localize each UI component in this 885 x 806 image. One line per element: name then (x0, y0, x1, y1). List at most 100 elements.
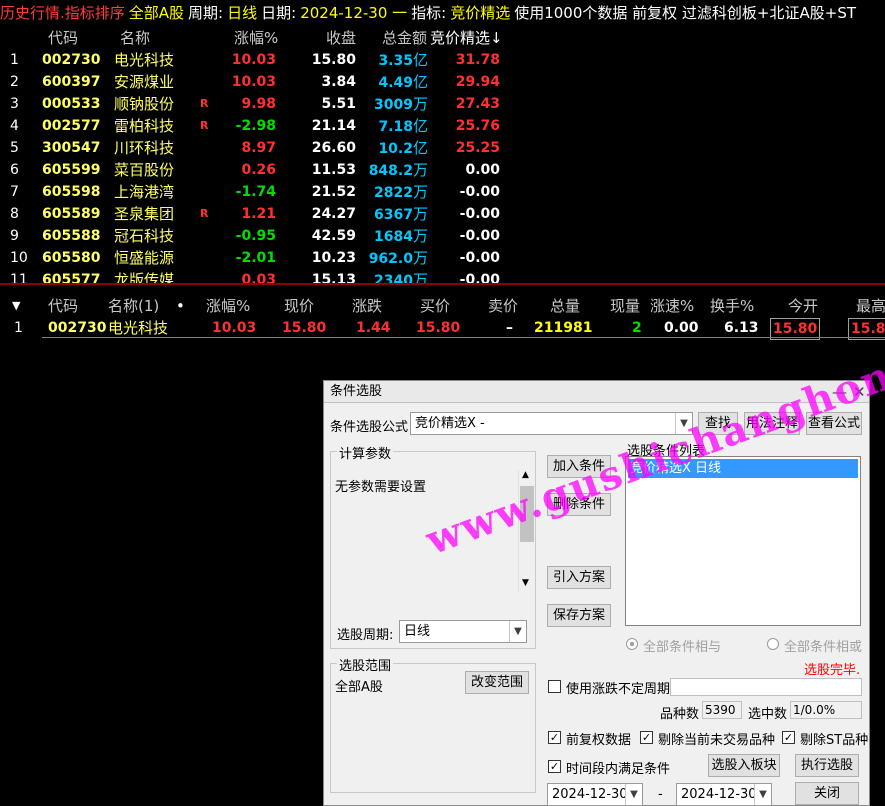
range-group: 选股范围 全部A股 改变范围 (330, 655, 536, 793)
table-row[interactable]: 8 605589 圣泉集团 R 1.21 24.27 6367万 -0.00 (0, 203, 885, 225)
period-checkbox[interactable] (548, 680, 561, 693)
row-index: 6 (10, 162, 19, 178)
col-code[interactable]: 代码 (48, 27, 78, 49)
pane-divider[interactable] (0, 283, 885, 287)
row-code: 605589 (42, 206, 101, 222)
usage-button[interactable]: 用法注释 (744, 412, 800, 435)
quote-col-speed[interactable]: 涨速% (650, 296, 694, 316)
import-plan-button[interactable]: 引入方案 (547, 566, 611, 589)
period-input[interactable] (670, 678, 862, 696)
quote-col-open[interactable]: 今开 (788, 296, 818, 316)
row-amount: 7.18亿 (362, 115, 428, 137)
quote-col-cur-volume[interactable]: 现量 (610, 296, 640, 316)
collapse-icon[interactable]: ▼ (12, 296, 20, 316)
chevron-down-icon[interactable]: ▼ (509, 621, 526, 642)
col-score[interactable]: 竞价精选↓ (430, 27, 503, 49)
col-change[interactable]: 涨幅% (234, 27, 278, 49)
params-scrollbar[interactable]: ▲ ▼ (518, 470, 535, 592)
indicator-value[interactable]: 竞价精选 (450, 4, 510, 22)
period-value[interactable]: 日线 (227, 4, 257, 22)
fq-checkbox-label: 前复权数据 (566, 733, 632, 748)
to-block-button[interactable]: 选股入板块 (708, 754, 780, 777)
close-icon[interactable]: ✕ (853, 381, 866, 403)
table-row[interactable]: 11 605577 龙版传媒 0.03 15.13 2340万 -0.00 (0, 269, 885, 283)
find-button[interactable]: 查找 (698, 412, 738, 435)
radio-and[interactable] (626, 638, 638, 650)
row-index: 4 (10, 118, 19, 134)
close-button[interactable]: 关闭 (795, 782, 859, 805)
formula-select[interactable]: 竞价精选X - ▼ (410, 412, 693, 435)
date-from-picker[interactable]: 2024-12-30 ▼ (547, 783, 643, 806)
row-change: 10.03 (231, 52, 276, 68)
quote-col-price[interactable]: 现价 (284, 296, 314, 316)
quote-cur-volume: 2 (632, 320, 642, 336)
table-header: 代码 名称 涨幅% 收盘 总金额 竞价精选↓ (0, 27, 885, 49)
range-value: 全部A股 (335, 680, 383, 695)
scope-label[interactable]: 全部A股 (129, 4, 184, 22)
range-group-title: 选股范围 (337, 655, 394, 674)
row-amount-unit: 万 (412, 161, 428, 179)
period-value: 日线 (404, 624, 431, 639)
quote-col-change[interactable]: 涨幅% (206, 296, 250, 316)
options-text: 使用1000个数据 前复权 过滤科创板+北证A股+ST (514, 4, 857, 22)
chevron-down-icon[interactable]: ▼ (754, 784, 771, 805)
col-amount[interactable]: 总金额 (382, 27, 427, 49)
quote-col-turnover[interactable]: 换手% (710, 296, 754, 316)
view-formula-button[interactable]: 查看公式 (806, 412, 862, 435)
list-item[interactable]: 竞价精选X 日线 (628, 459, 858, 478)
params-group-title: 计算参数 (337, 443, 394, 462)
condition-list[interactable]: 竞价精选X 日线 (625, 456, 861, 626)
table-row[interactable]: 3 000533 顺钠股份 R 9.98 5.51 3009万 27.43 (0, 93, 885, 115)
table-row[interactable]: 7 605598 上海港湾 -1.74 21.52 2822万 -0.00 (0, 181, 885, 203)
col-name[interactable]: 名称 (120, 27, 150, 49)
scroll-thumb[interactable] (520, 486, 534, 542)
quote-col-name[interactable]: 名称(1) (108, 296, 159, 316)
quote-row[interactable]: 1 002730 电光科技 10.03 15.80 1.44 15.80 – 2… (0, 318, 885, 340)
untraded-checkbox[interactable]: ✓ (640, 731, 653, 744)
row-amount: 2822万 (362, 181, 428, 203)
chevron-down-icon[interactable]: ▼ (625, 784, 642, 805)
st-checkbox[interactable]: ✓ (782, 731, 795, 744)
row-index: 11 (10, 272, 28, 283)
quote-col-ask[interactable]: 卖价 (488, 296, 518, 316)
date-value[interactable]: 2024-12-30 一 (300, 4, 407, 22)
row-code: 605588 (42, 228, 101, 244)
scroll-down-icon[interactable]: ▼ (522, 578, 529, 588)
date-to-picker[interactable]: 2024-12-30 ▼ (676, 783, 772, 806)
table-row[interactable]: 6 605599 菜百股份 0.26 11.53 848.2万 0.00 (0, 159, 885, 181)
quote-col-code[interactable]: 代码 (48, 296, 78, 316)
table-row[interactable]: 5 300547 川环科技 8.97 26.60 10.2亿 25.25 (0, 137, 885, 159)
row-index: 5 (10, 140, 19, 156)
table-row[interactable]: 10 605580 恒盛能源 -2.01 10.23 962.0万 -0.00 (0, 247, 885, 269)
quote-col-bid[interactable]: 买价 (420, 296, 450, 316)
execute-button[interactable]: 执行选股 (795, 754, 859, 777)
chevron-down-icon[interactable]: ▼ (675, 413, 692, 434)
quote-col-high[interactable]: 最高 (856, 296, 885, 316)
table-row[interactable]: 2 600397 安源煤业 10.03 3.84 4.49亿 29.94 (0, 71, 885, 93)
minimize-icon[interactable]: — (832, 381, 847, 403)
quote-col-volume[interactable]: 总量 (550, 296, 580, 316)
table-row[interactable]: 1 002730 电光科技 10.03 15.80 3.35亿 31.78 (0, 49, 885, 71)
scroll-up-icon[interactable]: ▲ (522, 470, 529, 480)
add-condition-button[interactable]: 加入条件 (547, 455, 611, 478)
fq-checkbox[interactable]: ✓ (548, 731, 561, 744)
row-amount: 848.2万 (362, 159, 428, 181)
save-plan-button[interactable]: 保存方案 (547, 604, 611, 627)
formula-value: 竞价精选X - (415, 416, 485, 431)
row-amount-value: 7.18 (378, 119, 413, 135)
col-close[interactable]: 收盘 (326, 27, 356, 49)
row-amount: 962.0万 (362, 247, 428, 269)
row-amount: 3009万 (362, 93, 428, 115)
interval-checkbox[interactable]: ✓ (548, 760, 561, 773)
delete-condition-button[interactable]: 删除条件 (547, 493, 611, 516)
radio-or[interactable] (767, 638, 779, 650)
change-range-button[interactable]: 改变范围 (465, 671, 529, 694)
period-checkbox-label: 使用涨跌不定周期 (566, 682, 671, 697)
date-to-value: 2024-12-30 (681, 787, 757, 802)
quote-col-diff[interactable]: 涨跌 (352, 296, 382, 316)
period-select[interactable]: 日线 ▼ (399, 620, 527, 643)
table-row[interactable]: 9 605588 冠石科技 -0.95 42.59 1684万 -0.00 (0, 225, 885, 247)
row-change: 9.98 (241, 96, 276, 112)
mode-label[interactable]: 历史行情.指标排序 (0, 4, 125, 22)
table-row[interactable]: 4 002577 雷柏科技 R -2.98 21.14 7.18亿 25.76 (0, 115, 885, 137)
